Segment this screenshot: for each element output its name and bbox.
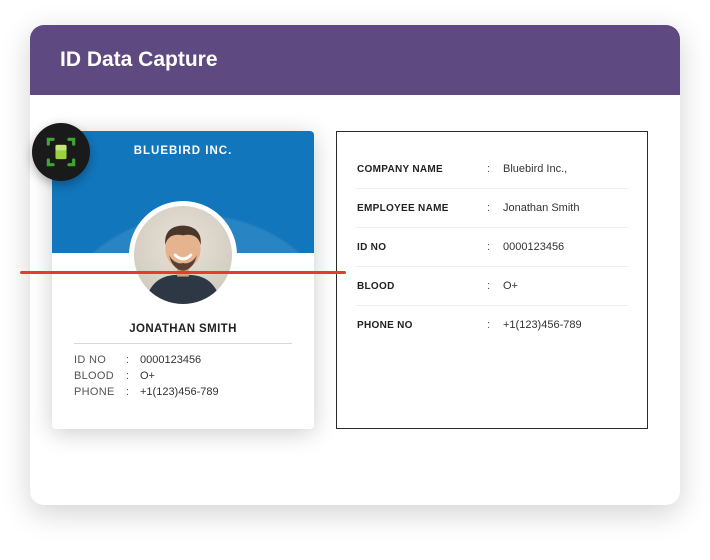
card-idno-value: 0000123456 <box>140 354 201 366</box>
result-company-value: Bluebird Inc., <box>503 163 567 175</box>
result-row-blood: BLOOD : O+ <box>355 267 629 306</box>
card-phone-label: PHONE <box>74 386 126 398</box>
separator: : <box>487 241 503 253</box>
card-row-blood: BLOOD : O+ <box>74 370 292 382</box>
separator: : <box>487 163 503 175</box>
result-idno-label: ID NO <box>357 242 487 253</box>
result-row-idno: ID NO : 0000123456 <box>355 228 629 267</box>
scan-badge-icon <box>32 123 90 181</box>
content-area: BLUEBIRD INC. <box>30 95 680 461</box>
card-idno-label: ID NO <box>74 354 126 366</box>
separator: : <box>487 319 503 331</box>
card-blood-value: O+ <box>140 370 155 382</box>
card-row-idno: ID NO : 0000123456 <box>74 354 292 366</box>
result-blood-label: BLOOD <box>357 281 487 292</box>
separator: : <box>487 280 503 292</box>
result-employee-value: Jonathan Smith <box>503 202 579 214</box>
page-title: ID Data Capture <box>60 48 218 72</box>
card-blood-label: BLOOD <box>74 370 126 382</box>
app-window: ID Data Capture BLUEBIRD INC. <box>30 25 680 505</box>
result-row-company: COMPANY NAME : Bluebird Inc., <box>355 150 629 189</box>
company-name-on-card: BLUEBIRD INC. <box>52 145 314 157</box>
result-phone-label: PHONE NO <box>357 320 487 331</box>
header: ID Data Capture <box>30 25 680 95</box>
result-row-employee: EMPLOYEE NAME : Jonathan Smith <box>355 189 629 228</box>
result-panel: COMPANY NAME : Bluebird Inc., EMPLOYEE N… <box>336 131 648 429</box>
result-row-phone: PHONE NO : +1(123)456-789 <box>355 306 629 344</box>
result-company-label: COMPANY NAME <box>357 164 487 175</box>
result-blood-value: O+ <box>503 280 518 292</box>
card-row-phone: PHONE : +1(123)456-789 <box>74 386 292 398</box>
separator: : <box>126 354 140 366</box>
card-phone-value: +1(123)456-789 <box>140 386 219 398</box>
result-phone-value: +1(123)456-789 <box>503 319 582 331</box>
result-employee-label: EMPLOYEE NAME <box>357 203 487 214</box>
cardholder-name: JONATHAN SMITH <box>74 323 292 344</box>
separator: : <box>126 370 140 382</box>
separator: : <box>126 386 140 398</box>
id-card-header: BLUEBIRD INC. <box>52 131 314 253</box>
separator: : <box>487 202 503 214</box>
id-card-container: BLUEBIRD INC. <box>52 131 314 429</box>
scan-line <box>20 271 346 274</box>
avatar <box>129 201 237 309</box>
card-fields: ID NO : 0000123456 BLOOD : O+ PHONE : +1… <box>74 354 292 398</box>
result-idno-value: 0000123456 <box>503 241 564 253</box>
id-card: BLUEBIRD INC. <box>52 131 314 429</box>
